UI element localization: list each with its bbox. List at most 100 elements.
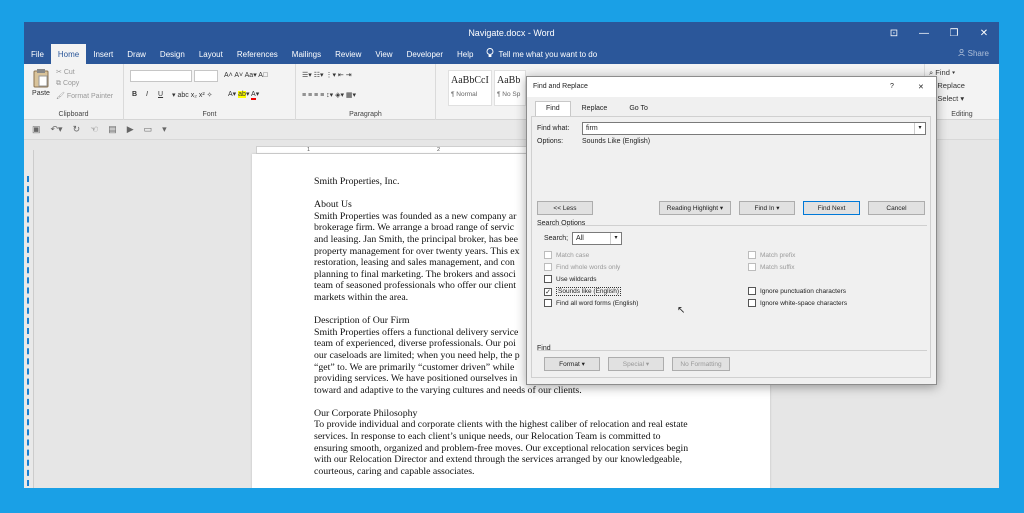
cut-button[interactable]: ✂ Cut [56, 68, 75, 76]
doc-line: services. In response to each client’s u… [314, 431, 661, 443]
tab-file[interactable]: File [24, 44, 51, 64]
tab-developer[interactable]: Developer [400, 44, 450, 64]
checkbox-ignore-punctuation-characters[interactable]: Ignore punctuation characters [748, 287, 846, 295]
doc-paragraph[interactable]: Our Corporate Philosophy To provide indiv… [314, 408, 734, 478]
tab-review[interactable]: Review [328, 44, 368, 64]
list-buttons[interactable]: ☰▾ ☷▾ ⋮▾ ⇤ ⇥ [302, 71, 352, 79]
tab-home[interactable]: Home [50, 44, 87, 64]
redo-icon[interactable]: ↻ [73, 124, 81, 135]
save-icon[interactable]: ▣ [32, 124, 41, 135]
paste-button[interactable]: Paste [30, 68, 52, 97]
play-icon[interactable]: ▶ [127, 124, 134, 135]
checkbox-ignore-white-space-characters[interactable]: Ignore white-space characters [748, 299, 847, 307]
checkbox-box[interactable] [544, 299, 552, 307]
special-button[interactable]: Special ▾ [608, 357, 664, 371]
checkbox-match-case[interactable]: Match case [544, 251, 589, 259]
replace-label: Replace [937, 81, 965, 90]
checkbox-label: Find all word forms (English) [556, 299, 639, 307]
tab-design[interactable]: Design [153, 44, 192, 64]
tab-insert[interactable]: Insert [86, 44, 120, 64]
search-direction-label: Search; [544, 235, 569, 242]
checkbox-label: Find whole words only [556, 263, 621, 271]
find-next-button[interactable]: Find Next [803, 201, 860, 215]
checkbox-box[interactable] [748, 251, 756, 259]
tab-goto[interactable]: Go To [618, 101, 659, 116]
style-normal[interactable]: AaBbCcI ¶ Normal [448, 70, 492, 106]
checkbox-find-all-word-forms-english[interactable]: Find all word forms (English) [544, 299, 638, 307]
checkbox-box[interactable] [544, 251, 552, 259]
tab-mailings[interactable]: Mailings [285, 44, 328, 64]
text-effects-button[interactable]: A▾ ab▾ A▾ [228, 90, 259, 100]
dialog-help-button[interactable]: ? [890, 83, 894, 90]
person-icon [958, 48, 967, 58]
tab-find[interactable]: Find [535, 101, 571, 116]
font-name-combo[interactable] [130, 70, 192, 82]
customize-icon[interactable]: ▾ [162, 124, 167, 135]
minimize-button[interactable]: — [909, 22, 939, 44]
find-in-button[interactable]: Find In ▾ [739, 201, 795, 215]
tab-view[interactable]: View [368, 44, 399, 64]
tab-replace[interactable]: Replace [571, 101, 619, 116]
doc-line: courteous, caring and capable associates… [314, 465, 475, 477]
find-what-input[interactable]: firm ▾ [582, 122, 926, 135]
share-button[interactable]: Share [958, 48, 989, 58]
checkbox-label: Sounds like (English) [556, 287, 622, 296]
tab-layout[interactable]: Layout [192, 44, 230, 64]
find-label: Find [935, 68, 950, 77]
checkbox-box[interactable] [544, 275, 552, 283]
checkbox-match-suffix[interactable]: Match suffix [748, 263, 795, 271]
restore-button[interactable]: ❐ [939, 22, 969, 44]
checkbox-box[interactable] [748, 287, 756, 295]
checkbox-box[interactable] [748, 299, 756, 307]
font-size-combo[interactable] [194, 70, 218, 82]
title-bar: Navigate.docx - Word ⊡ — ❐ ✕ [24, 22, 999, 44]
font-size-buttons[interactable]: A˄ A˅ Aa▾ A⃠ [224, 71, 268, 79]
italic-button[interactable]: I [146, 91, 148, 98]
options-label: Options: [537, 138, 564, 145]
paragraph-group: ☰▾ ☷▾ ⋮▾ ⇤ ⇥ ≡ ≡ ≡ ≡ ↕▾ ◈▾ ▦▾ Paragraph [296, 64, 436, 120]
tell-me-box[interactable]: Tell me what you want to do [486, 48, 597, 60]
dialog-title-bar: Find and Replace ? ✕ [527, 77, 936, 97]
close-button[interactable]: ✕ [969, 22, 999, 44]
format-painter-button[interactable]: 🖌 Format Painter [56, 92, 113, 100]
font-group-name: Font [202, 111, 217, 118]
checkbox-use-wildcards[interactable]: Use wildcards [544, 275, 596, 283]
print-preview-icon[interactable]: ▤ [108, 124, 117, 135]
doc-line: with our Relocation Director and extend … [314, 454, 683, 466]
underline-button[interactable]: U [158, 91, 163, 98]
style-normal-name: ¶ Normal [451, 91, 478, 98]
alignment-buttons[interactable]: ≡ ≡ ≡ ≡ ↕▾ ◈▾ ▦▾ [302, 91, 356, 99]
search-direction-select[interactable]: All ▾ [572, 232, 622, 245]
less-button[interactable]: << Less [537, 201, 593, 215]
bold-button[interactable]: B [132, 91, 137, 98]
checkbox-sounds-like-english[interactable]: ✓ Sounds like (English) [544, 287, 622, 296]
tab-help[interactable]: Help [450, 44, 480, 64]
checkbox-box[interactable] [748, 263, 756, 271]
format-button[interactable]: Format ▾ [544, 357, 600, 371]
checkbox-box[interactable]: ✓ [544, 287, 552, 296]
ruler-mark-1: 1 [307, 147, 311, 153]
tab-draw[interactable]: Draw [120, 44, 153, 64]
checkbox-find-whole-words-only[interactable]: Find whole words only [544, 263, 620, 271]
dialog-close-button[interactable]: ✕ [918, 83, 924, 91]
checkbox-box[interactable] [544, 263, 552, 271]
checkbox-label: Use wildcards [556, 275, 597, 283]
cancel-button[interactable]: Cancel [868, 201, 925, 215]
doc-line: ensuring smooth, organized and problem-f… [314, 442, 689, 454]
touch-mode-icon[interactable]: ☜ [90, 124, 98, 135]
clipboard-group-name: Clipboard [58, 111, 89, 118]
window-icon[interactable]: ▭ [144, 124, 153, 135]
dialog-title: Find and Replace [533, 83, 588, 90]
ruler-mark-2: 2 [437, 147, 441, 153]
no-formatting-button[interactable]: No Formatting [672, 357, 730, 371]
undo-icon[interactable]: ↶▾ [51, 124, 63, 135]
font-format-buttons[interactable]: ▾ abc x₂ x² ✧ [172, 91, 213, 99]
copy-button[interactable]: ⧉ Copy [56, 80, 79, 88]
checkbox-match-prefix[interactable]: Match prefix [748, 251, 795, 259]
style-no-spacing[interactable]: AaBb ¶ No Sp [494, 70, 526, 106]
tab-references[interactable]: References [230, 44, 285, 64]
ribbon-display-icon[interactable]: ⊡ [879, 22, 909, 44]
style-normal-sample: AaBbCcI [451, 75, 489, 86]
find-history-dropdown[interactable]: ▾ [914, 123, 925, 134]
reading-highlight-button[interactable]: Reading Highlight ▾ [659, 201, 731, 215]
